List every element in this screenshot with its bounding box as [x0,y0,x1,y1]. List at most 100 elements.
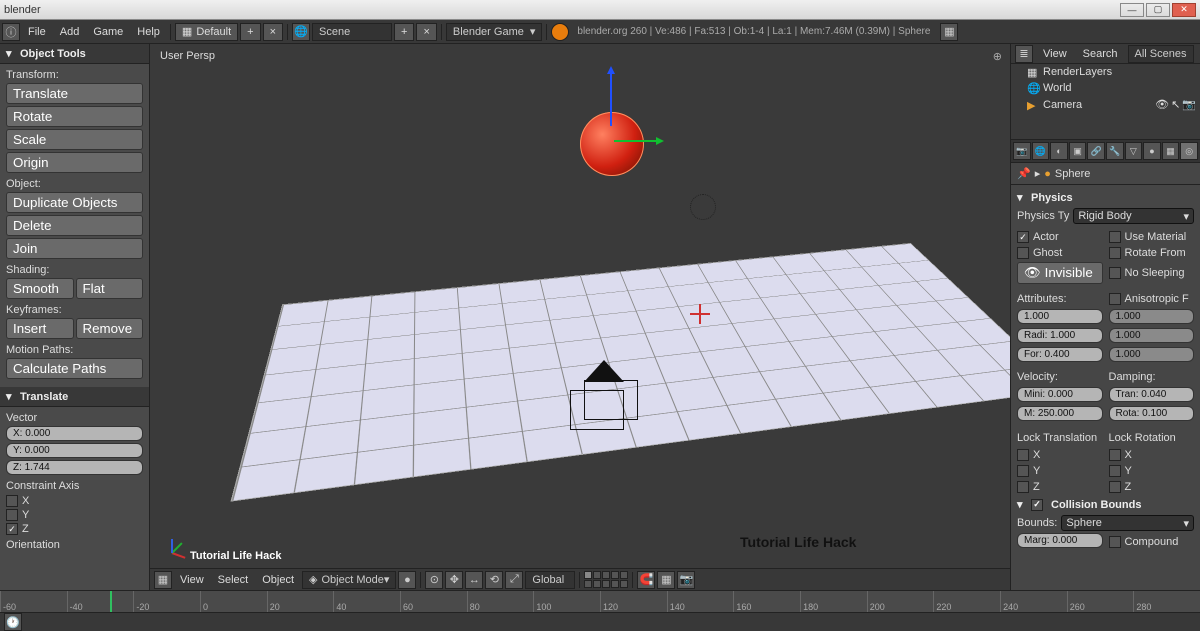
manipulator-translate-icon[interactable]: ↔ [465,571,483,589]
render-preview-icon[interactable]: 📷 [677,571,695,589]
vector-y-field[interactable]: Y: 0.000 [6,443,143,458]
pin-icon[interactable]: 📌 [1017,167,1031,180]
tab-physics-icon[interactable]: ◎ [1180,142,1198,160]
pivot-icon[interactable]: ⊙ [425,571,443,589]
tab-render-icon[interactable]: 📷 [1013,142,1031,160]
outliner-item-renderlayers[interactable]: ▦RenderLayers [1011,64,1200,80]
translate-panel-header[interactable]: ▾ Translate [0,387,149,407]
translate-button[interactable]: Translate [6,83,143,104]
render-engine-select[interactable]: Blender Game▾ [446,23,542,41]
anisotropic-checkbox[interactable]: Anisotropic F [1109,290,1195,307]
outliner-item-camera[interactable]: ▶Camera👁↖📷 [1011,96,1200,113]
window-close-button[interactable]: ✕ [1172,3,1196,17]
breadcrumb-object[interactable]: Sphere [1055,168,1090,180]
manipulator-toggle-icon[interactable]: ✥ [445,571,463,589]
tab-data-icon[interactable]: ▽ [1125,142,1143,160]
sphere-object[interactable] [580,112,644,176]
eye-icon[interactable]: 👁 [1155,98,1169,111]
no-sleeping-checkbox[interactable]: No Sleeping [1109,262,1195,284]
manipulator-rotate-icon[interactable]: ⟲ [485,571,503,589]
actor-checkbox[interactable]: ✓Actor [1017,230,1103,244]
layout-selector[interactable]: ▦ Default [175,23,238,41]
layout-add-button[interactable]: + [240,23,260,41]
flat-button[interactable]: Flat [76,278,144,299]
shading-solid-icon[interactable]: ● [398,571,416,589]
outliner-filter-select[interactable]: All Scenes [1128,45,1194,63]
physics-panel-header[interactable]: ▾Physics [1017,189,1194,206]
constraint-x-checkbox[interactable]: X [6,494,143,508]
mass-field[interactable]: 1.000 [1017,309,1103,324]
velocity-min-field[interactable]: Mini: 0.000 [1017,387,1103,402]
tab-material-icon[interactable]: ● [1143,142,1161,160]
manipulator-scale-icon[interactable]: ⤢ [505,571,523,589]
calculate-paths-button[interactable]: Calculate Paths [6,358,143,379]
menu-help[interactable]: Help [131,24,166,40]
aniso-z-field[interactable]: 1.000 [1109,347,1195,362]
keyframe-insert-button[interactable]: Insert [6,318,74,339]
camera-object[interactable] [570,374,638,432]
tab-world-icon[interactable]: ◐ [1050,142,1068,160]
outliner-menu-view[interactable]: View [1037,46,1073,62]
vector-x-field[interactable]: X: 0.000 [6,426,143,441]
menu-add[interactable]: Add [54,24,86,40]
radius-field[interactable]: Radi: 1.000 [1017,328,1103,343]
info-editor-icon[interactable]: ⓘ [2,23,20,41]
tab-object-icon[interactable]: ▣ [1069,142,1087,160]
gizmo-z-axis-icon[interactable] [610,68,612,126]
outliner-editor-icon[interactable]: ≣ [1015,45,1033,63]
viewport-menu-object[interactable]: Object [256,572,300,588]
snap-icon[interactable]: 🧲 [637,571,655,589]
damping-translation-field[interactable]: Tran: 0.040 [1109,387,1195,402]
menu-file[interactable]: File [22,24,52,40]
timeline-ruler[interactable]: -60-40-200204060801001201401601802002202… [0,591,1200,613]
window-minimize-button[interactable]: — [1120,3,1144,17]
aniso-x-field[interactable]: 1.000 [1109,309,1195,324]
lock-rot-x-checkbox[interactable]: X [1109,448,1195,462]
header-extra-icon[interactable]: ▦ [940,23,958,41]
mode-select[interactable]: ◈ Object Mode ▾ [302,571,396,589]
timeline-editor-icon[interactable]: 🕐 [4,613,22,631]
object-tools-header[interactable]: ▾ Object Tools [0,44,149,64]
smooth-button[interactable]: Smooth [6,278,74,299]
scale-button[interactable]: Scale [6,129,143,150]
constraint-z-checkbox[interactable]: ✓Z [6,522,143,536]
tab-constraints-icon[interactable]: 🔗 [1087,142,1105,160]
ghost-checkbox[interactable]: Ghost [1017,246,1103,260]
rotate-from-checkbox[interactable]: Rotate From [1109,246,1195,260]
tab-modifiers-icon[interactable]: 🔧 [1106,142,1124,160]
menu-game[interactable]: Game [87,24,129,40]
compound-checkbox[interactable]: Compound [1109,533,1195,550]
physics-type-select[interactable]: Rigid Body▾ [1073,208,1194,224]
margin-field[interactable]: Marg: 0.000 [1017,533,1103,548]
lamp-object[interactable] [690,194,716,220]
scene-remove-button[interactable]: × [416,23,436,41]
invisible-button[interactable]: 👁 Invisible [1017,262,1103,284]
cursor-icon[interactable]: ↖ [1171,98,1180,111]
use-material-checkbox[interactable]: Use Material [1109,230,1195,244]
render-icon[interactable]: 📷 [1182,98,1196,111]
keyframe-remove-button[interactable]: Remove [76,318,144,339]
outliner-item-world[interactable]: 🌐World [1011,80,1200,96]
viewport-menu-select[interactable]: Select [212,572,255,588]
vector-z-field[interactable]: Z: 1.744 [6,460,143,475]
playhead[interactable] [110,591,112,612]
layers-widget[interactable] [584,571,628,588]
viewport-editor-icon[interactable]: ▦ [154,571,172,589]
3d-viewport[interactable]: User Persp Tutorial Life Hack (1) Sphere… [150,44,1010,590]
tab-texture-icon[interactable]: ▦ [1162,142,1180,160]
viewport-options-icon[interactable]: ⊕ [993,50,1002,63]
join-button[interactable]: Join [6,238,143,259]
velocity-max-field[interactable]: M: 250.000 [1017,406,1103,421]
collision-bounds-header[interactable]: ▾✓Collision Bounds [1017,494,1194,513]
delete-button[interactable]: Delete [6,215,143,236]
scene-add-button[interactable]: + [394,23,414,41]
form-factor-field[interactable]: For: 0.400 [1017,347,1103,362]
constraint-y-checkbox[interactable]: Y [6,508,143,522]
rotate-button[interactable]: Rotate [6,106,143,127]
origin-button[interactable]: Origin [6,152,143,173]
damping-rotation-field[interactable]: Rota: 0.100 [1109,406,1195,421]
layout-remove-button[interactable]: × [263,23,283,41]
orientation-select[interactable]: Global [525,571,575,589]
lock-rot-z-checkbox[interactable]: Z [1109,480,1195,494]
scene-name-field[interactable]: Scene [312,23,392,41]
